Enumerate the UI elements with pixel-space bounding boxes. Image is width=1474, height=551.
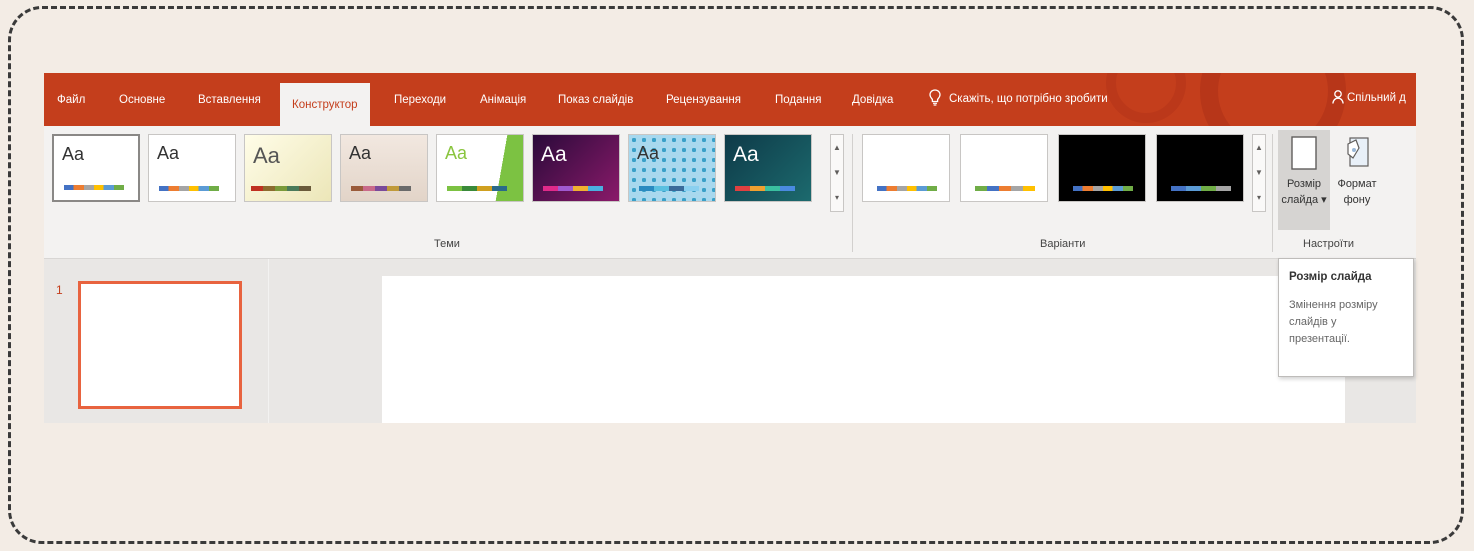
tab-home[interactable]: Основне: [119, 90, 165, 110]
tab-slide-show[interactable]: Показ слайдів: [558, 90, 633, 110]
share-button[interactable]: Спільний д: [1332, 90, 1406, 104]
theme-organic[interactable]: Aa: [436, 134, 524, 202]
variant-color-strip: [1171, 186, 1231, 191]
tab-bar-decoration: [1106, 73, 1186, 123]
share-label: Спільний д: [1347, 92, 1406, 104]
powerpoint-window: Файл Основне Вставлення Конструктор Пере…: [44, 73, 1416, 423]
more-icon[interactable]: ▾: [1253, 185, 1265, 210]
theme-pattern[interactable]: Aa: [628, 134, 716, 202]
tab-review[interactable]: Рецензування: [666, 90, 741, 110]
slide-canvas[interactable]: [382, 276, 1345, 423]
theme-color-strip: [543, 186, 603, 191]
customize-group-label: Настроїти: [1303, 238, 1355, 250]
format-background-button[interactable]: Формат фону: [1334, 130, 1380, 230]
theme-preview-text: Aa: [349, 143, 372, 163]
theme-teal[interactable]: Aa: [724, 134, 812, 202]
variants-group-label: Варіанти: [1040, 238, 1086, 250]
format-background-label-line1: Формат: [1337, 178, 1377, 190]
slide-number: 1: [56, 283, 63, 297]
theme-office[interactable]: Aa: [52, 134, 140, 202]
slide-size-icon: [1291, 136, 1317, 170]
theme-color-strip: [159, 186, 219, 191]
theme-purple[interactable]: Aa: [532, 134, 620, 202]
scroll-up-icon[interactable]: ▲: [831, 135, 843, 160]
variant-color-strip: [1073, 186, 1133, 191]
theme-preview-text: Aa: [253, 143, 280, 168]
theme-preview-text: Aa: [637, 143, 660, 163]
tooltip-line: презентації.: [1289, 333, 1350, 345]
tab-view[interactable]: Подання: [775, 90, 821, 110]
theme-color-strip: [639, 186, 699, 191]
tab-design[interactable]: Конструктор: [280, 83, 370, 126]
variant-color-strip: [975, 186, 1035, 191]
tab-animations[interactable]: Анімація: [480, 90, 526, 110]
theme-preview-text: Aa: [157, 143, 180, 163]
format-background-label-line2: фону: [1343, 194, 1371, 206]
theme-color-strip: [447, 186, 507, 191]
slide-thumbnail-1[interactable]: [78, 281, 242, 409]
theme-color-strip: [735, 186, 795, 191]
ribbon-tab-bar: Файл Основне Вставлення Конструктор Пере…: [44, 73, 1416, 126]
themes-gallery-scroller[interactable]: ▲ ▼ ▾: [830, 134, 844, 212]
ribbon-body: Aa Aa Aa Aa Aa Aa Aa Aa ▲ ▼ ▾ Теми ▲ ▼ ▾…: [44, 126, 1416, 259]
variant-color-strip: [877, 186, 937, 191]
theme-preview-text: Aa: [541, 143, 567, 166]
scroll-down-icon[interactable]: ▼: [1253, 160, 1265, 185]
variants-gallery: [862, 134, 1254, 212]
variant-3[interactable]: [1058, 134, 1146, 202]
theme-color-strip: [251, 186, 311, 191]
variant-1[interactable]: [862, 134, 950, 202]
slide-size-label-line1: Розмір: [1286, 178, 1321, 190]
tab-help[interactable]: Довідка: [852, 90, 893, 110]
person-icon: [1332, 90, 1344, 104]
tooltip-description: Змінення розміру слайдів у презентації.: [1289, 297, 1403, 348]
variant-2[interactable]: [960, 134, 1048, 202]
tooltip-line: слайдів у: [1289, 316, 1337, 328]
theme-preview-text: Aa: [62, 144, 85, 164]
variants-gallery-scroller[interactable]: ▲ ▼ ▾: [1252, 134, 1266, 212]
theme-office-2[interactable]: Aa: [148, 134, 236, 202]
theme-ion[interactable]: Aa: [340, 134, 428, 202]
slide-thumbnail-pane: 1: [44, 259, 268, 423]
scroll-up-icon[interactable]: ▲: [1253, 135, 1265, 160]
theme-preview-text: Aa: [733, 143, 759, 166]
group-separator: [1272, 134, 1273, 252]
theme-color-strip: [351, 186, 411, 191]
tell-me-box[interactable]: Скажіть, що потрібно зробити: [929, 89, 1108, 106]
themes-group-label: Теми: [434, 238, 460, 250]
variant-4[interactable]: [1156, 134, 1244, 202]
slide-size-button[interactable]: Розмір слайда ▾: [1278, 130, 1330, 230]
slide-size-tooltip: Розмір слайда Змінення розміру слайдів у…: [1278, 258, 1414, 377]
group-separator: [852, 134, 853, 252]
theme-preview-text: Aa: [445, 143, 468, 163]
tab-bar-decoration: [1200, 73, 1346, 126]
theme-facet[interactable]: Aa: [244, 134, 332, 202]
themes-gallery: Aa Aa Aa Aa Aa Aa Aa Aa: [52, 134, 820, 212]
tab-insert[interactable]: Вставлення: [198, 90, 261, 110]
slide-size-label-line2: слайда ▾: [1281, 194, 1327, 206]
tell-me-text: Скажіть, що потрібно зробити: [949, 93, 1108, 105]
more-icon[interactable]: ▾: [831, 185, 843, 210]
lightbulb-icon: [929, 89, 941, 106]
slide-editor: [269, 259, 1416, 423]
tab-transitions[interactable]: Переходи: [394, 90, 446, 110]
scroll-down-icon[interactable]: ▼: [831, 160, 843, 185]
theme-color-strip: [64, 185, 124, 190]
format-background-icon: [1347, 137, 1369, 167]
tooltip-title: Розмір слайда: [1289, 271, 1372, 283]
tab-file[interactable]: Файл: [57, 90, 85, 110]
tooltip-line: Змінення розміру: [1289, 299, 1378, 311]
